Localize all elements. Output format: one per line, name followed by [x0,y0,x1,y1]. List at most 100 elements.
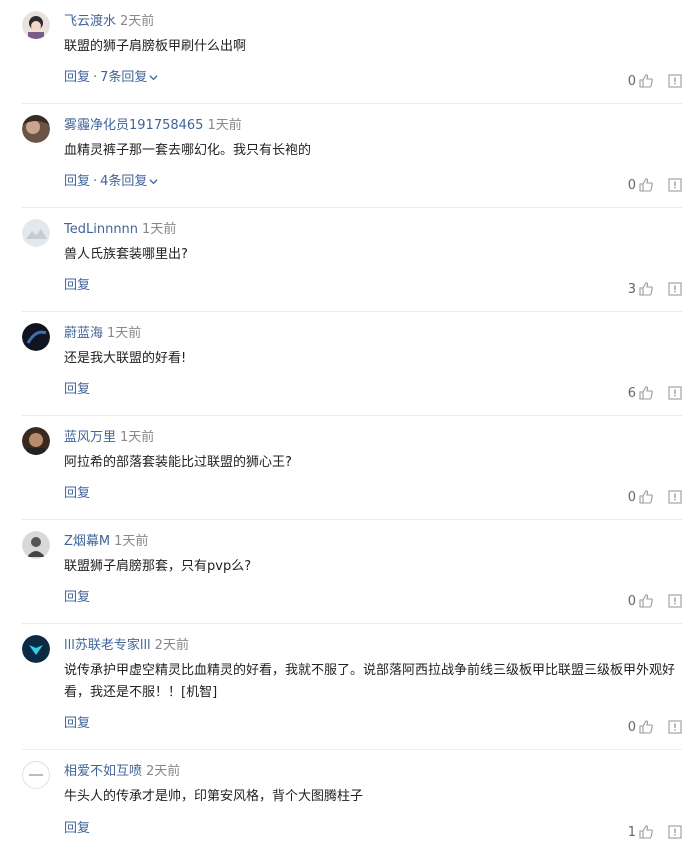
comment-text: 兽人氏族套装哪里出? [64,247,188,262]
separator-dot: · [93,70,98,85]
comment-text: 血精灵裤子那一套去哪幻化。我只有长袍的 [64,143,312,158]
thumbs-up-icon[interactable] [638,593,654,609]
like-count: 6 [627,385,636,401]
comment-text: 说传承护甲虚空精灵比血精灵的好看，我就不服了。说部落阿西拉战争前线三级板甲比联盟… [64,663,676,700]
comment-tools: 0 [628,73,682,89]
comment-meta: 雾霾净化员191758465 1天前 [64,116,242,136]
avatar[interactable] [22,531,50,559]
report-icon[interactable] [668,282,682,296]
username[interactable]: 飞云渡水 [64,14,116,29]
separator-dot: · [93,174,98,189]
comment-item: 蔚蓝海 1天前 还是我大联盟的好看! 回复 6 [22,312,682,416]
comment-meta: 相爱不如互喷 2天前 [64,762,180,782]
thumbs-up-icon[interactable] [638,719,654,735]
comment-actions: 回复 · 7条回复 [64,69,159,87]
report-icon[interactable] [668,74,682,88]
comment-tools: 0 [628,593,682,609]
like-count: 1 [627,824,636,840]
timestamp: 1天前 [107,326,142,341]
timestamp: 2天前 [120,14,155,29]
like-count: 0 [627,73,636,89]
report-icon[interactable] [668,720,682,734]
timestamp: 1天前 [114,534,149,549]
timestamp: 1天前 [142,222,177,237]
comment-tools: 6 [628,385,682,401]
avatar[interactable] [22,115,50,143]
report-icon[interactable] [668,178,682,192]
reply-button[interactable]: 回复 [64,70,90,85]
timestamp: 2天前 [154,638,189,653]
report-icon[interactable] [668,386,682,400]
comment-meta: TedLinnnnn 1天前 [64,220,176,240]
timestamp: 1天前 [207,118,242,133]
like-count: 3 [627,281,636,297]
username[interactable]: 雾霾净化员191758465 [64,118,203,133]
reply-button[interactable]: 回复 [64,821,90,836]
comment-item: 蓝风万里 1天前 阿拉希的部落套装能比过联盟的狮心王? 回复 0 [22,416,682,520]
reply-button[interactable]: 回复 [64,590,90,605]
comment-tools: 0 [628,719,682,735]
reply-button[interactable]: 回复 [64,716,90,731]
avatar[interactable] [22,427,50,455]
username[interactable]: 蔚蓝海 [64,326,103,341]
chevron-down-icon [149,179,159,185]
comment-item: 雾霾净化员191758465 1天前 血精灵裤子那一套去哪幻化。我只有长袍的 回复… [22,104,682,208]
avatar[interactable] [22,635,50,663]
view-replies-link[interactable]: 7条回复 [100,70,159,85]
comment-list: 飞云渡水 2天前 联盟的狮子肩膀板甲刷什么出啊 回复 · 7条回复 0 雾霾净化员19… [0,0,698,854]
avatar[interactable] [22,11,50,39]
comment-actions: 回复 [64,277,90,295]
username[interactable]: TedLinnnnn [64,222,138,237]
username[interactable]: 相爱不如互喷 [64,764,142,779]
comment-actions: 回复 [64,715,90,733]
reply-button[interactable]: 回复 [64,382,90,397]
reply-button[interactable]: 回复 [64,486,90,501]
reply-button[interactable]: 回复 [64,278,90,293]
thumbs-up-icon[interactable] [638,824,654,840]
like-count: 0 [627,177,636,193]
thumbs-up-icon[interactable] [638,281,654,297]
thumbs-up-icon[interactable] [638,489,654,505]
avatar[interactable] [22,761,50,789]
comment-text: 联盟狮子肩膀那套，只有pvp么? [64,559,252,574]
comment-text: 阿拉希的部落套装能比过联盟的狮心王? [64,455,292,470]
like-count: 0 [627,719,636,735]
comment-meta: Z烟幕M 1天前 [64,532,148,552]
comment-text: 联盟的狮子肩膀板甲刷什么出啊 [64,39,247,54]
report-icon[interactable] [668,594,682,608]
timestamp: 1天前 [120,430,155,445]
comment-meta: lll苏联老专家lll 2天前 [64,636,189,656]
thumbs-up-icon[interactable] [638,177,654,193]
comment-item: TedLinnnnn 1天前 兽人氏族套装哪里出? 回复 3 [22,208,682,312]
thumbs-up-icon[interactable] [638,73,654,89]
comment-tools: 3 [628,281,682,297]
reply-button[interactable]: 回复 [64,174,90,189]
timestamp: 2天前 [146,764,181,779]
report-icon[interactable] [668,490,682,504]
username[interactable]: Z烟幕M [64,534,110,549]
comment-tools: 0 [628,489,682,505]
username[interactable]: 蓝风万里 [64,430,116,445]
comment-meta: 蔚蓝海 1天前 [64,324,141,344]
comment-actions: 回复 · 4条回复 [64,173,159,191]
thumbs-up-icon[interactable] [638,385,654,401]
comment-actions: 回复 [64,820,90,838]
comment-meta: 飞云渡水 2天前 [64,12,154,32]
comment-actions: 回复 [64,589,90,607]
comment-meta: 蓝风万里 1天前 [64,428,154,448]
report-icon[interactable] [668,825,682,839]
comment-item: lll苏联老专家lll 2天前 说传承护甲虚空精灵比血精灵的好看，我就不服了。说部… [22,624,682,750]
like-count: 0 [627,593,636,609]
avatar[interactable] [22,323,50,351]
comment-tools: 0 [628,177,682,193]
username[interactable]: lll苏联老专家lll [64,638,151,653]
comment-text: 牛头人的传承才是帅，印第安风格，背个大图腾柱子 [64,789,364,804]
view-replies-link[interactable]: 4条回复 [100,174,159,189]
comment-item: 飞云渡水 2天前 联盟的狮子肩膀板甲刷什么出啊 回复 · 7条回复 0 [22,0,682,104]
avatar[interactable] [22,219,50,247]
comment-tools: 1 [628,824,682,840]
like-count: 0 [627,489,636,505]
comment-actions: 回复 [64,381,90,399]
comment-item: 相爱不如互喷 2天前 牛头人的传承才是帅，印第安风格，背个大图腾柱子 回复 1 [22,750,682,854]
comment-text: 还是我大联盟的好看! [64,351,187,366]
